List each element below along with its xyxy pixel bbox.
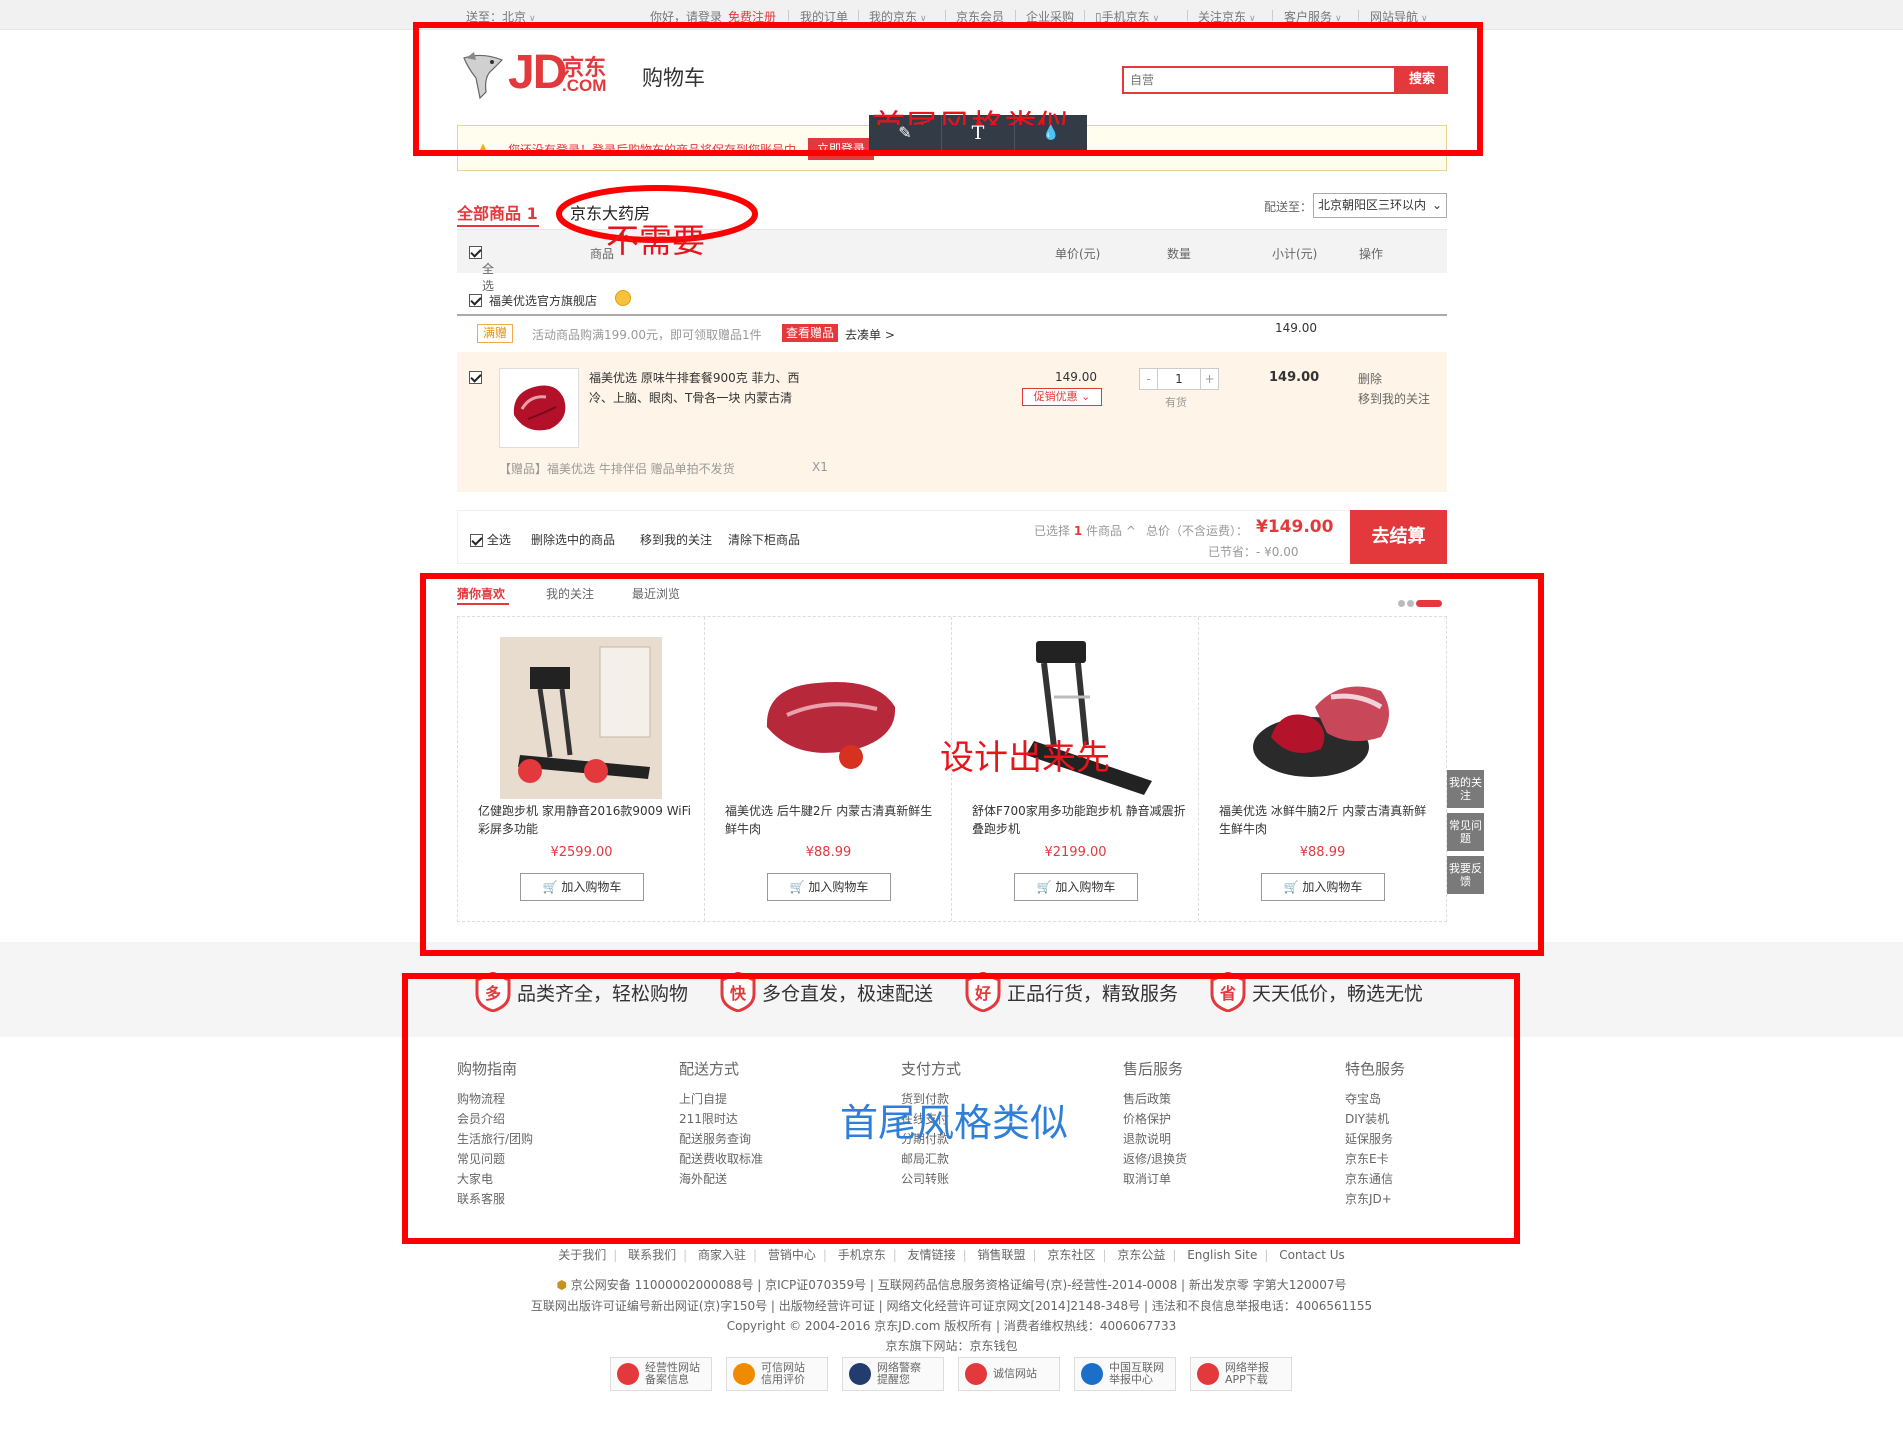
selected-count[interactable]: 已选择 1 件商品 ^ — [1034, 522, 1136, 539]
product-thumbnail[interactable] — [499, 368, 579, 448]
active-tab-indicator — [457, 225, 539, 227]
total-label: 总价（不含运费）： — [1146, 524, 1249, 538]
move-selected-link[interactable]: 移到我的关注 — [640, 531, 712, 548]
footer-link[interactable]: Contact Us — [1279, 1248, 1345, 1262]
delete-link[interactable]: 删除 — [1358, 370, 1382, 387]
footer-link[interactable]: English Site — [1187, 1248, 1257, 1262]
steak-image — [513, 385, 566, 431]
gift-item[interactable]: 【赠品】福美优选 牛排伴侣 赠品单拍不发货 — [499, 460, 735, 477]
chat-icon[interactable] — [615, 290, 631, 306]
checkbox[interactable] — [469, 246, 482, 259]
view-gift-button[interactable]: 查看赠品 — [782, 324, 838, 342]
footer-license: ⬢ 京公网安备 11000002000088号 | 京ICP证070359号 |… — [556, 1278, 1347, 1292]
add-more-link[interactable]: 去凑单 > — [845, 326, 895, 343]
footer-link[interactable]: 京东公益 — [1117, 1248, 1165, 1262]
promo-description: 活动商品购满199.00元，即可领取赠品1件 — [532, 328, 762, 342]
stock-status: 有货 — [1165, 396, 1187, 409]
footer-link[interactable]: 销售联盟 — [978, 1248, 1026, 1262]
footer-link[interactable]: 营销中心 — [768, 1248, 816, 1262]
item-subtotal: 149.00 — [1269, 370, 1320, 385]
quantity-stepper[interactable]: - 1 + — [1139, 368, 1219, 390]
increase-button[interactable]: + — [1200, 369, 1218, 389]
footer-link[interactable]: 商家入驻 — [698, 1248, 746, 1262]
footer-badges: 经营性网站 备案信息 可信网站 信用评价 网络警察 提醒您 诚信网站 中国互联网 举报中… — [610, 1357, 1306, 1391]
item-checkbox[interactable] — [469, 370, 482, 384]
badge-report-center-icon[interactable]: 中国互联网 举报中心 — [1074, 1357, 1176, 1391]
select-all-bottom[interactable]: 全选 — [470, 531, 511, 548]
cart-item: 福美优选 原味牛排套餐900克 菲力、西冷、上脑、眼肉、T骨各一块 内蒙古清 1… — [457, 352, 1447, 492]
col-quantity: 数量 — [1167, 247, 1192, 261]
promo-row: 满赠 活动商品购满199.00元，即可领取赠品1件 查看赠品 去凑单 > 149… — [457, 316, 1447, 352]
promo-subtotal: 149.00 — [1275, 321, 1317, 335]
badge-report-app-icon[interactable]: 网络举报 APP下载 — [1190, 1357, 1292, 1391]
decrease-button[interactable]: - — [1140, 369, 1158, 389]
shipping-label: 配送至： — [1264, 200, 1313, 214]
delete-selected-link[interactable]: 删除选中的商品 — [531, 531, 615, 548]
badge-integrity-icon[interactable]: 诚信网站 — [958, 1357, 1060, 1391]
annotation-pharmacy-note: 不需要 — [606, 221, 705, 260]
col-subtotal: 小计(元) — [1272, 247, 1318, 261]
footer-copyright: Copyright © 2004-2016 京东JD.com 版权所有 | 消费… — [726, 1319, 1177, 1333]
product-name[interactable]: 福美优选 原味牛排套餐900克 菲力、西冷、上脑、眼肉、T骨各一块 内蒙古清 — [589, 368, 809, 408]
footer-sites: 京东旗下网站：京东钱包 — [885, 1339, 1018, 1353]
footer-link[interactable]: 联系我们 — [628, 1248, 676, 1262]
move-to-follow-link[interactable]: 移到我的关注 — [1358, 390, 1430, 407]
total-amount: ¥149.00 — [1256, 517, 1334, 537]
police-icon: ⬢ — [556, 1278, 571, 1292]
shipping-select[interactable]: 北京朝阳区三环以内 ⌄ — [1313, 193, 1447, 218]
chevron-down-icon: ⌄ — [1431, 198, 1442, 212]
shop-name[interactable]: 福美优选官方旗舰店 — [489, 292, 597, 309]
footer-link[interactable]: 京东社区 — [1047, 1248, 1095, 1262]
footer-license: 互联网出版许可证编号新出网证(京)字150号 | 出版物经营许可证 | 网络文化… — [530, 1299, 1373, 1313]
select-all-header[interactable]: 全选 — [469, 245, 494, 293]
saved-amount: 已节省：- ¥0.00 — [1208, 545, 1299, 559]
badge-record-icon[interactable]: 经营性网站 备案信息 — [610, 1357, 712, 1391]
gift-quantity: X1 — [812, 460, 828, 474]
chevron-down-icon: ⌄ — [1081, 390, 1091, 403]
annotation-footer-note: 首尾风格类似 — [840, 1101, 1069, 1145]
badge-police-icon[interactable]: 网络警察 提醒您 — [842, 1357, 944, 1391]
footer-link[interactable]: 手机京东 — [838, 1248, 886, 1262]
tab-all-products[interactable]: 全部商品 1 — [457, 200, 538, 224]
footer-link[interactable]: 友情链接 — [908, 1248, 956, 1262]
cart-summary-bar: 全选 删除选中的商品 移到我的关注 清除下柜商品 已选择 1 件商品 ^ 总价（… — [457, 510, 1447, 564]
annotation-recommend-note: 设计出来先 — [940, 738, 1110, 778]
footer-link[interactable]: 关于我们 — [558, 1248, 606, 1262]
checkout-button[interactable]: 去结算 — [1350, 510, 1447, 564]
badge-trusted-icon[interactable]: 可信网站 信用评价 — [726, 1357, 828, 1391]
footer-links: 关于我们 | 联系我们 | 商家入驻 | 营销中心 | 手机京东 | 友情链接 | 销售联盟… — [558, 1248, 1345, 1262]
chevron-up-icon: ^ — [1125, 524, 1136, 538]
quantity-value[interactable]: 1 — [1158, 369, 1200, 389]
annotation-header-box — [413, 22, 1483, 156]
promo-tag: 满赠 — [477, 324, 513, 343]
col-unit-price: 单价(元) — [1055, 247, 1101, 261]
promotion-dropdown[interactable]: 促销优惠 ⌄ — [1022, 388, 1102, 406]
shop-row: 福美优选官方旗舰店 — [457, 289, 1447, 315]
unit-price: 149.00 — [1055, 370, 1097, 384]
clear-unavailable-link[interactable]: 清除下柜商品 — [728, 531, 800, 548]
shop-checkbox[interactable] — [469, 293, 482, 307]
col-action: 操作 — [1359, 247, 1384, 261]
